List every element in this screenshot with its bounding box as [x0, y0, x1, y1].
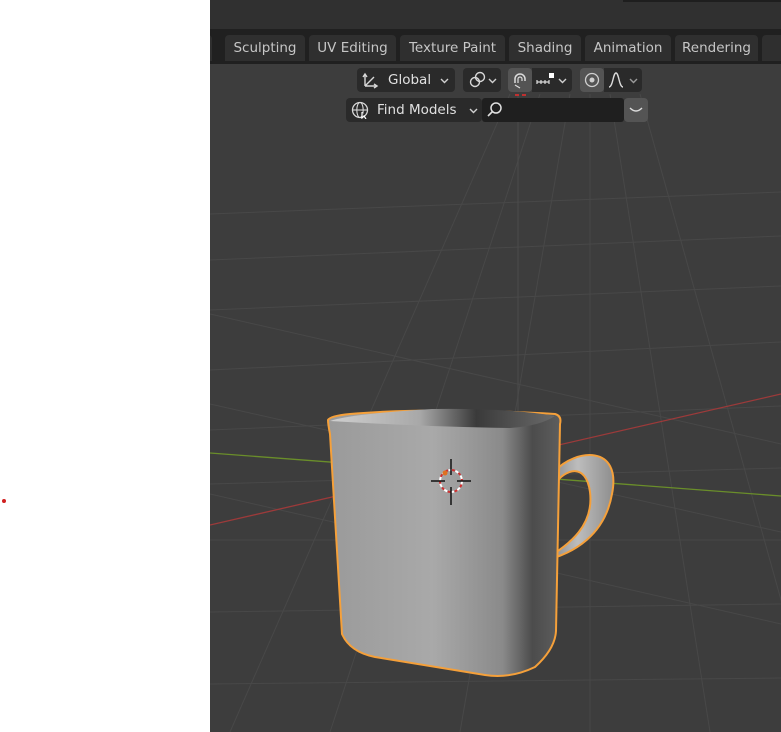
active-indicator-dot — [515, 94, 519, 96]
chevron-down-icon — [440, 76, 449, 85]
active-indicator-dot — [522, 94, 526, 96]
chevron-down-icon — [469, 106, 478, 115]
pivot-point-dropdown[interactable] — [463, 68, 501, 92]
top-bar-strip — [623, 0, 781, 2]
chevron-down-icon — [488, 76, 497, 85]
expand-button[interactable] — [624, 98, 648, 122]
snap-increment-icon — [535, 71, 555, 89]
tab-uv-editing[interactable]: UV Editing — [309, 35, 396, 61]
workspace-tabs: Sculpting UV Editing Texture Paint Shadi… — [210, 29, 781, 64]
snap-toggle[interactable] — [508, 68, 532, 92]
falloff-dropdown[interactable] — [604, 68, 642, 92]
transform-orientation-label: Global — [388, 72, 432, 88]
pivot-link-icon — [468, 71, 486, 89]
chevron-down-icon — [558, 76, 567, 85]
top-bar — [210, 0, 781, 29]
chevron-down-icon — [627, 101, 645, 119]
3d-viewport[interactable] — [210, 64, 781, 732]
search-icon — [486, 101, 504, 119]
search-input[interactable] — [482, 98, 624, 122]
falloff-curve-icon — [607, 71, 625, 89]
blank-area — [0, 0, 210, 732]
proportional-edit-toggle[interactable] — [580, 68, 604, 92]
red-marker — [2, 499, 6, 503]
tab-sculpting[interactable]: Sculpting — [225, 35, 305, 61]
snap-magnet-icon — [511, 71, 529, 89]
chevron-down-icon — [629, 76, 638, 85]
blender-window: Sculpting UV Editing Texture Paint Shadi… — [210, 0, 781, 732]
globe-icon — [351, 101, 369, 120]
snap-target-dropdown[interactable] — [532, 68, 572, 92]
transform-orientation-icon — [362, 71, 380, 89]
tab-shading[interactable]: Shading — [509, 35, 581, 61]
proportional-edit-icon — [583, 71, 601, 89]
viewport-header: Global — [210, 64, 781, 98]
tab-rendering[interactable]: Rendering — [675, 35, 758, 61]
tab-partial-left[interactable] — [210, 35, 212, 61]
tab-texture-paint[interactable]: Texture Paint — [400, 35, 505, 61]
viewport-scene — [210, 93, 781, 732]
find-models-label: Find Models — [377, 102, 457, 118]
tab-animation[interactable]: Animation — [585, 35, 671, 61]
tab-partial-right[interactable] — [762, 35, 781, 61]
find-models-dropdown[interactable]: Find Models — [346, 98, 482, 122]
mug-body — [326, 408, 562, 677]
transform-orientation-dropdown[interactable]: Global — [357, 68, 455, 92]
